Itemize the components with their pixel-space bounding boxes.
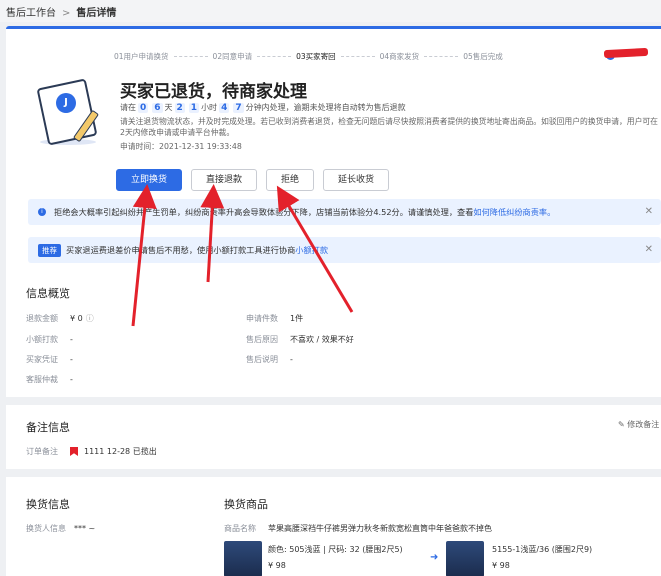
new-goods-image[interactable] <box>446 541 484 576</box>
countdown: 请在 06 天 21 小时 47 分钟内处理，逾期未处理将自动转为售后退款 <box>120 102 406 113</box>
original-goods-spec: 颜色: 505浅蓝 | 尺码: 32 (腰围2尺5) <box>268 545 403 554</box>
new-goods-spec: 5155-1浅蓝/36 (腰围2尺9) <box>492 545 593 554</box>
countdown-digit: 4 <box>219 102 230 113</box>
arbitration-row: 客服仲裁 - <box>26 375 73 384</box>
edit-icon: ✎ <box>618 420 625 429</box>
after-sale-reason-row: 售后原因 不喜欢 / 效果不好 <box>246 335 354 344</box>
remark-title: 备注信息 <box>26 421 70 434</box>
extend-receipt-button[interactable]: 延长收货 <box>323 169 390 191</box>
status-notice: 请关注退货物流状态，并及时完成处理。若已收到消费者退货，检查无问题后请尽快按照消… <box>120 117 658 137</box>
reject-warning-alert: i 拒绝会大概率引起纠纷并产生罚单，纠纷商责率升高会导致体验分下降，店铺当前体验… <box>28 199 661 225</box>
action-buttons: 立即换货 直接退款 拒绝 延长收货 <box>116 169 390 191</box>
breadcrumb-current: 售后详情 <box>76 8 117 19</box>
exchange-goods-title: 换货商品 <box>224 498 268 511</box>
direct-refund-button[interactable]: 直接退款 <box>191 169 258 191</box>
info-icon: i <box>38 208 46 216</box>
step-divider <box>424 56 459 57</box>
step-5: 05售后完成 <box>463 52 503 61</box>
order-remark-row: 订单备注 1111 12-28 已揽出 <box>26 447 157 456</box>
recommend-tag: 推荐 <box>38 243 61 257</box>
countdown-digit: 0 <box>138 102 149 113</box>
waiting-illustration: J <box>36 69 104 149</box>
flag-icon <box>70 447 78 456</box>
exchange-now-button[interactable]: 立即换货 <box>116 169 183 191</box>
small-payment-link[interactable]: 小额打款 <box>295 244 328 256</box>
reject-button[interactable]: 拒绝 <box>266 169 315 191</box>
section-divider <box>6 397 661 405</box>
clock-icon: J <box>56 93 76 113</box>
responsibility-rate-link[interactable]: 如何降低纠纷商责率。 <box>473 206 555 218</box>
apply-time: 申请时间：2021-12-31 19:33:48 <box>120 142 242 151</box>
step-divider <box>257 56 292 57</box>
countdown-digit: 2 <box>174 102 185 113</box>
step-divider <box>340 56 375 57</box>
after-sale-desc-row: 售后说明 - <box>246 355 293 364</box>
exchange-person-row: 换货人信息 *** ~ <box>26 524 96 533</box>
countdown-digit: 6 <box>152 102 163 113</box>
detail-panel: 01用户申请换货 02同意申请 03买家寄回 04商家发货 05售后完成 J 买… <box>6 26 661 576</box>
goods-name-row: 商品名称 苹果高腰深裆牛仔裤男弹力秋冬新款宽松直筒中年爸爸款不掉色 <box>224 524 492 533</box>
exchange-info-title: 换货信息 <box>26 498 70 511</box>
countdown-digit: 1 <box>188 102 200 113</box>
overview-title: 信息概览 <box>26 287 70 300</box>
chevron-right-icon: > <box>62 8 71 19</box>
step-2: 02同意申请 <box>212 52 253 61</box>
close-icon[interactable]: ✕ <box>645 244 653 255</box>
apply-count-row: 申请件数 1件 <box>246 314 304 323</box>
arrow-right-icon: ➜ <box>430 552 439 563</box>
breadcrumb-root[interactable]: 售后工作台 <box>6 8 56 19</box>
breadcrumb: 售后工作台 > 售后详情 <box>0 0 661 22</box>
step-divider <box>173 56 208 57</box>
section-divider <box>6 469 661 477</box>
help-circle-icon[interactable]: ⓘ <box>86 313 94 324</box>
redaction-mark <box>603 47 649 59</box>
refund-amount-row: 退款金额 ¥ 0 ⓘ <box>26 313 94 324</box>
step-3: 03买家寄回 <box>296 52 336 61</box>
step-1: 01用户申请换货 <box>114 52 169 61</box>
original-goods-image[interactable] <box>224 541 262 576</box>
countdown-digit: 7 <box>233 102 244 113</box>
recommend-alert: 推荐 买家退运费退差价申请售后不用愁，使用小额打款工具进行协商 小额打款 ✕ <box>28 237 661 263</box>
small-payment-row: 小额打款 - <box>26 335 73 344</box>
step-4: 04商家发货 <box>379 52 420 61</box>
buyer-proof-row: 买家凭证 - <box>26 355 73 364</box>
original-goods-price: ¥ 98 <box>268 561 286 570</box>
new-goods-price: ¥ 98 <box>492 561 510 570</box>
edit-remark-button[interactable]: ✎ 修改备注 <box>618 419 659 430</box>
status-title: 买家已退货，待商家处理 <box>120 82 307 102</box>
progress-steps: 01用户申请换货 02同意申请 03买家寄回 04商家发货 05售后完成 <box>114 51 503 62</box>
close-icon[interactable]: ✕ <box>645 206 653 217</box>
